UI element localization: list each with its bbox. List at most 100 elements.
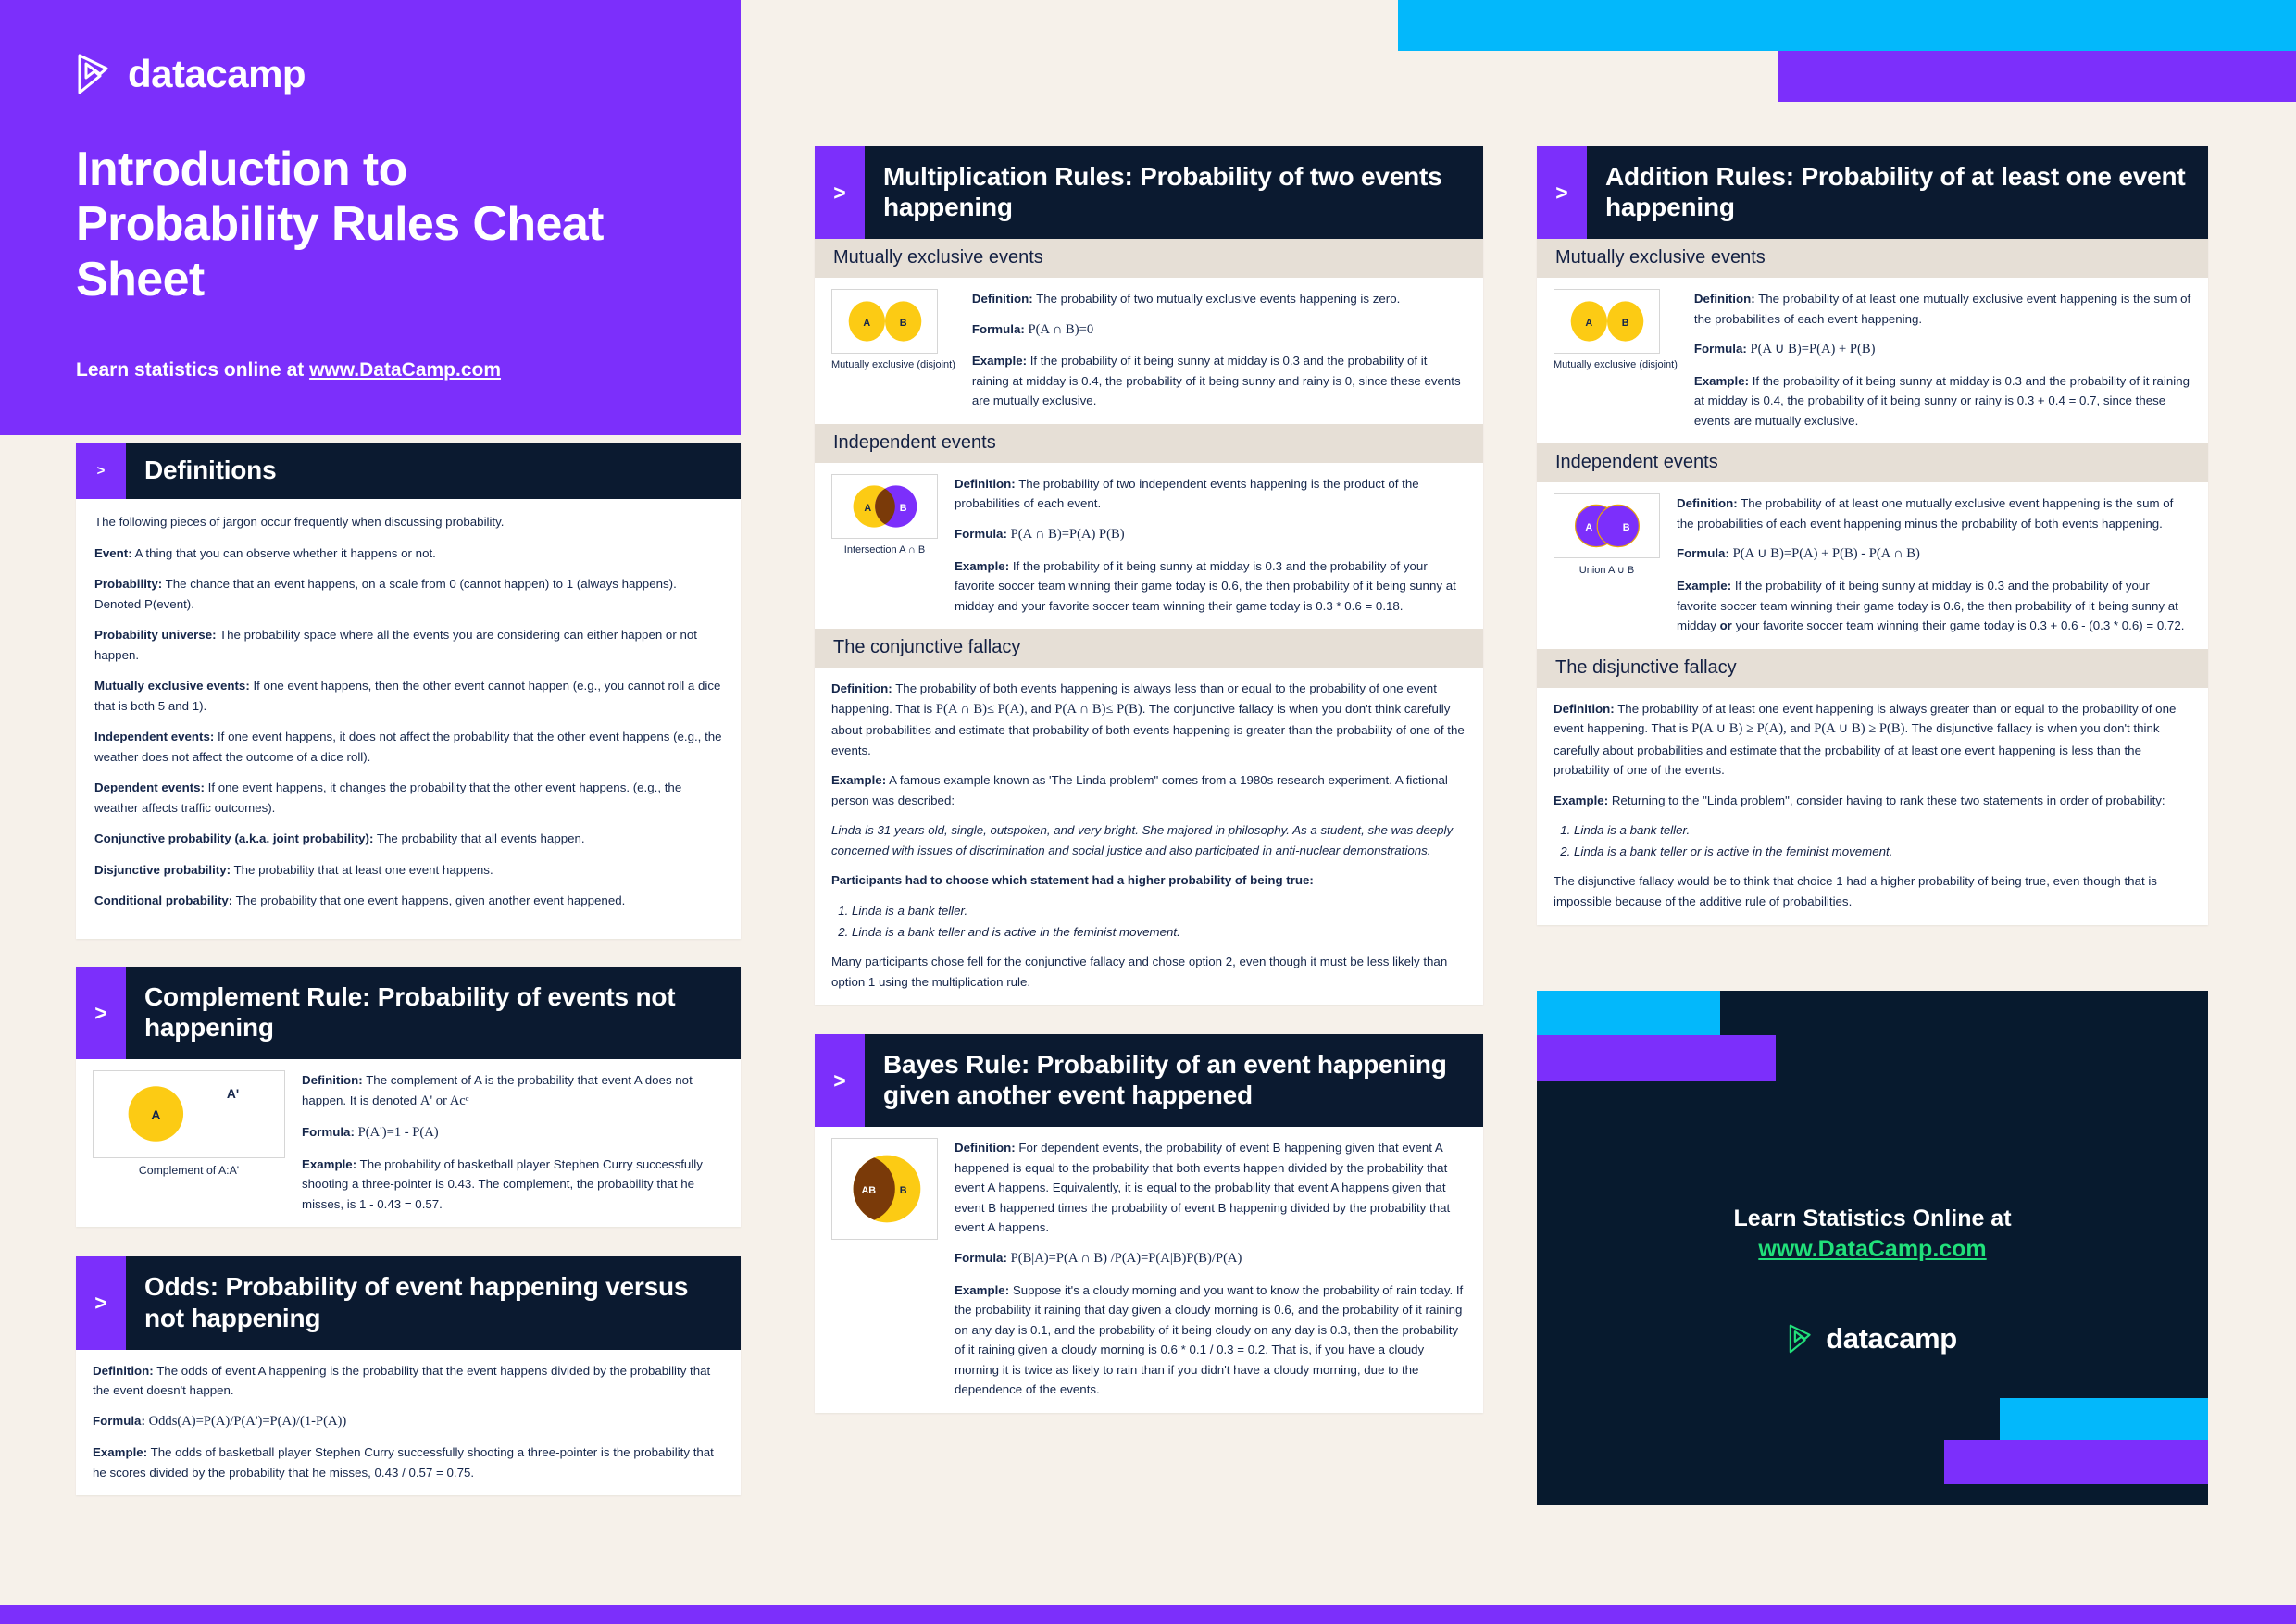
list-item: Linda is a bank teller. <box>852 901 1466 921</box>
definition-term: Independent events: <box>94 730 215 744</box>
definition-label: Definition: <box>971 292 1033 306</box>
hero-banner: datacamp Introduction to Probability Rul… <box>0 0 741 435</box>
complement-rule-card: > Complement Rule: Probability of events… <box>76 967 741 1228</box>
svg-text:B: B <box>900 1185 907 1196</box>
chevron-right-icon: > <box>76 967 126 1060</box>
definition-text: The chance that an event happens, on a s… <box>94 577 677 611</box>
union-diagram-caption: Union A ∪ B <box>1578 565 1635 577</box>
definitions-body: The following pieces of jargon occur fre… <box>76 499 741 939</box>
complement-rule-body: A A' Complement of A:A' Definition: The … <box>76 1059 741 1227</box>
example-text: If the probability of it being sunny at … <box>971 354 1461 408</box>
bayes-diagram-wrapper: AB B <box>831 1138 938 1399</box>
definition-text: The probability that at least one event … <box>231 862 493 877</box>
decorative-cyan-bar-top <box>1398 0 2296 51</box>
definition-label: Definition: <box>955 476 1016 491</box>
svg-text:A: A <box>151 1107 160 1122</box>
complement-rule-text: Definition: The complement of A is the p… <box>302 1070 724 1214</box>
definition-formula-1: P(A ∩ B)≤ P(A) <box>935 701 1025 717</box>
hero-subtitle: Learn statistics online at www.DataCamp.… <box>76 359 741 381</box>
bayes-rule-text: Definition: For dependent events, the pr… <box>955 1138 1466 1399</box>
union-diagram-wrapper: A B Union A ∪ B <box>1554 493 1660 635</box>
disjunctive-fallacy-body: Definition: The probability of at least … <box>1537 688 2208 925</box>
hero-subtitle-prefix: Learn statistics online at <box>76 358 310 381</box>
formula-text: P(A ∩ B)=0 <box>1028 321 1094 337</box>
svg-text:A': A' <box>227 1086 239 1101</box>
definition-term: Conditional probability: <box>94 893 233 908</box>
page-title: Introduction to Probability Rules Cheat … <box>76 143 604 306</box>
svg-text:A: A <box>864 503 871 514</box>
definitions-title: Definitions <box>144 456 277 484</box>
add-mutually-exclusive-text: Definition: The probability of at least … <box>1694 289 2191 431</box>
multiplication-rules-title: Multiplication Rules: Probability of two… <box>883 162 1442 222</box>
list-item: Linda is a bank teller or is active in t… <box>1574 842 2191 862</box>
definition-term: Probability: <box>94 577 163 592</box>
disjunctive-options-list: Linda is a bank teller. Linda is a bank … <box>1574 820 2191 861</box>
definitions-intro: The following pieces of jargon occur fre… <box>94 515 505 530</box>
conjunctive-conclusion: Many participants chose fell for the con… <box>831 955 1448 989</box>
right-column: > Addition Rules: Probability of at leas… <box>1537 146 2208 925</box>
datacamp-link[interactable]: www.DataCamp.com <box>309 359 501 381</box>
definition-item: Conditional probability: The probability… <box>94 891 722 911</box>
example-label: Example: <box>955 558 1010 573</box>
odds-header: > Odds: Probability of event happening v… <box>76 1256 741 1350</box>
formula-label: Formula: <box>955 526 1007 541</box>
definition-term: Disjunctive probability: <box>94 862 231 877</box>
definition-label: Definition: <box>1554 701 1615 716</box>
example-label: Example: <box>1693 373 1750 388</box>
add-independent-text: Definition: The probability of at least … <box>1677 493 2191 635</box>
definition-formula-2: P(A ∩ B)≤ P(B) <box>1054 701 1142 717</box>
conjunctive-fallacy-body: Definition: The probability of both even… <box>815 668 1483 1005</box>
example-text: The odds of basketball player Stephen Cu… <box>93 1445 714 1480</box>
definition-label: Definition: <box>302 1073 363 1088</box>
promo-datacamp-link[interactable]: www.DataCamp.com <box>1758 1236 1986 1262</box>
definition-item: Mutually exclusive events: If one event … <box>94 676 722 716</box>
definitions-card: > Definitions The following pieces of ja… <box>76 443 741 939</box>
datacamp-logo-icon <box>1788 1324 1816 1354</box>
list-item: Linda is a bank teller and is active in … <box>852 922 1466 943</box>
definition-text: The probability of two independent event… <box>955 476 1419 511</box>
linda-description: Linda is 31 years old, single, outspoken… <box>831 823 1454 857</box>
example-text: A famous example known as 'The Linda pro… <box>831 773 1448 807</box>
bayes-venn-diagram: AB B <box>831 1138 938 1241</box>
multiplication-rules-card: > Multiplication Rules: Probability of t… <box>815 146 1483 1006</box>
example-label: Example: <box>93 1445 148 1460</box>
example-bold-or: or <box>1719 618 1732 633</box>
promo-text-block: Learn Statistics Online at www.DataCamp.… <box>1537 1206 2208 1263</box>
example-label: Example: <box>1554 793 1609 807</box>
disjoint-diagram-caption: Mutually exclusive (disjoint) <box>831 359 955 371</box>
addition-rules-card: > Addition Rules: Probability of at leas… <box>1537 146 2208 925</box>
promo-decorative-cyan-bottom <box>2000 1398 2208 1440</box>
example-text: If the probability of it being sunny at … <box>1693 373 2190 428</box>
definition-term: Dependent events: <box>94 781 205 795</box>
datacamp-logo-text: datacamp <box>128 52 306 95</box>
definition-formula-2: P(A ∪ B) ≥ P(B) <box>1814 721 1905 737</box>
definition-text-2: and <box>1786 721 1815 736</box>
formula-text: P(B|A)=P(A ∩ B) /P(A)=P(A|B)P(B)/P(A) <box>1010 1250 1242 1266</box>
promo-logo-text: datacamp <box>1826 1322 1957 1355</box>
complement-venn-diagram: A A' <box>93 1070 285 1159</box>
subhead-independent: Independent events <box>1537 443 2208 483</box>
definition-item: Dependent events: If one event happens, … <box>94 778 722 818</box>
chevron-right-icon: > <box>815 1034 865 1128</box>
definition-item: Conjunctive probability (a.k.a. joint pr… <box>94 829 722 849</box>
chevron-right-icon: > <box>815 146 865 240</box>
formula-text: P(A ∩ B)=P(A) P(B) <box>1010 526 1125 542</box>
definition-term: Event: <box>94 545 132 560</box>
complement-diagram-caption: Complement of A:A' <box>138 1164 240 1178</box>
promo-datacamp-logo: datacamp <box>1537 1322 2208 1355</box>
odds-title: Odds: Probability of event happening ver… <box>144 1272 689 1332</box>
definition-label: Definition: <box>1693 292 1755 306</box>
disjoint-diagram-caption: Mutually exclusive (disjoint) <box>1554 359 1678 371</box>
example-label: Example: <box>302 1156 357 1171</box>
disjoint-venn-diagram: A B <box>831 289 938 355</box>
multiplication-rules-header: > Multiplication Rules: Probability of t… <box>815 146 1483 240</box>
promo-card: Learn Statistics Online at www.DataCamp.… <box>1537 991 2208 1505</box>
union-venn-diagram: A B <box>1554 493 1660 559</box>
datacamp-logo: datacamp <box>76 54 741 94</box>
definition-text: For dependent events, the probability of… <box>955 1141 1451 1235</box>
middle-column: > Multiplication Rules: Probability of t… <box>815 146 1483 1413</box>
definition-text: The probability that all events happen. <box>373 831 585 846</box>
definition-formula-1: P(A ∪ B) ≥ P(A), <box>1691 721 1787 737</box>
promo-decorative-cyan-top <box>1537 991 1720 1035</box>
disjoint-diagram-wrapper: A B Mutually exclusive (disjoint) <box>831 289 955 411</box>
